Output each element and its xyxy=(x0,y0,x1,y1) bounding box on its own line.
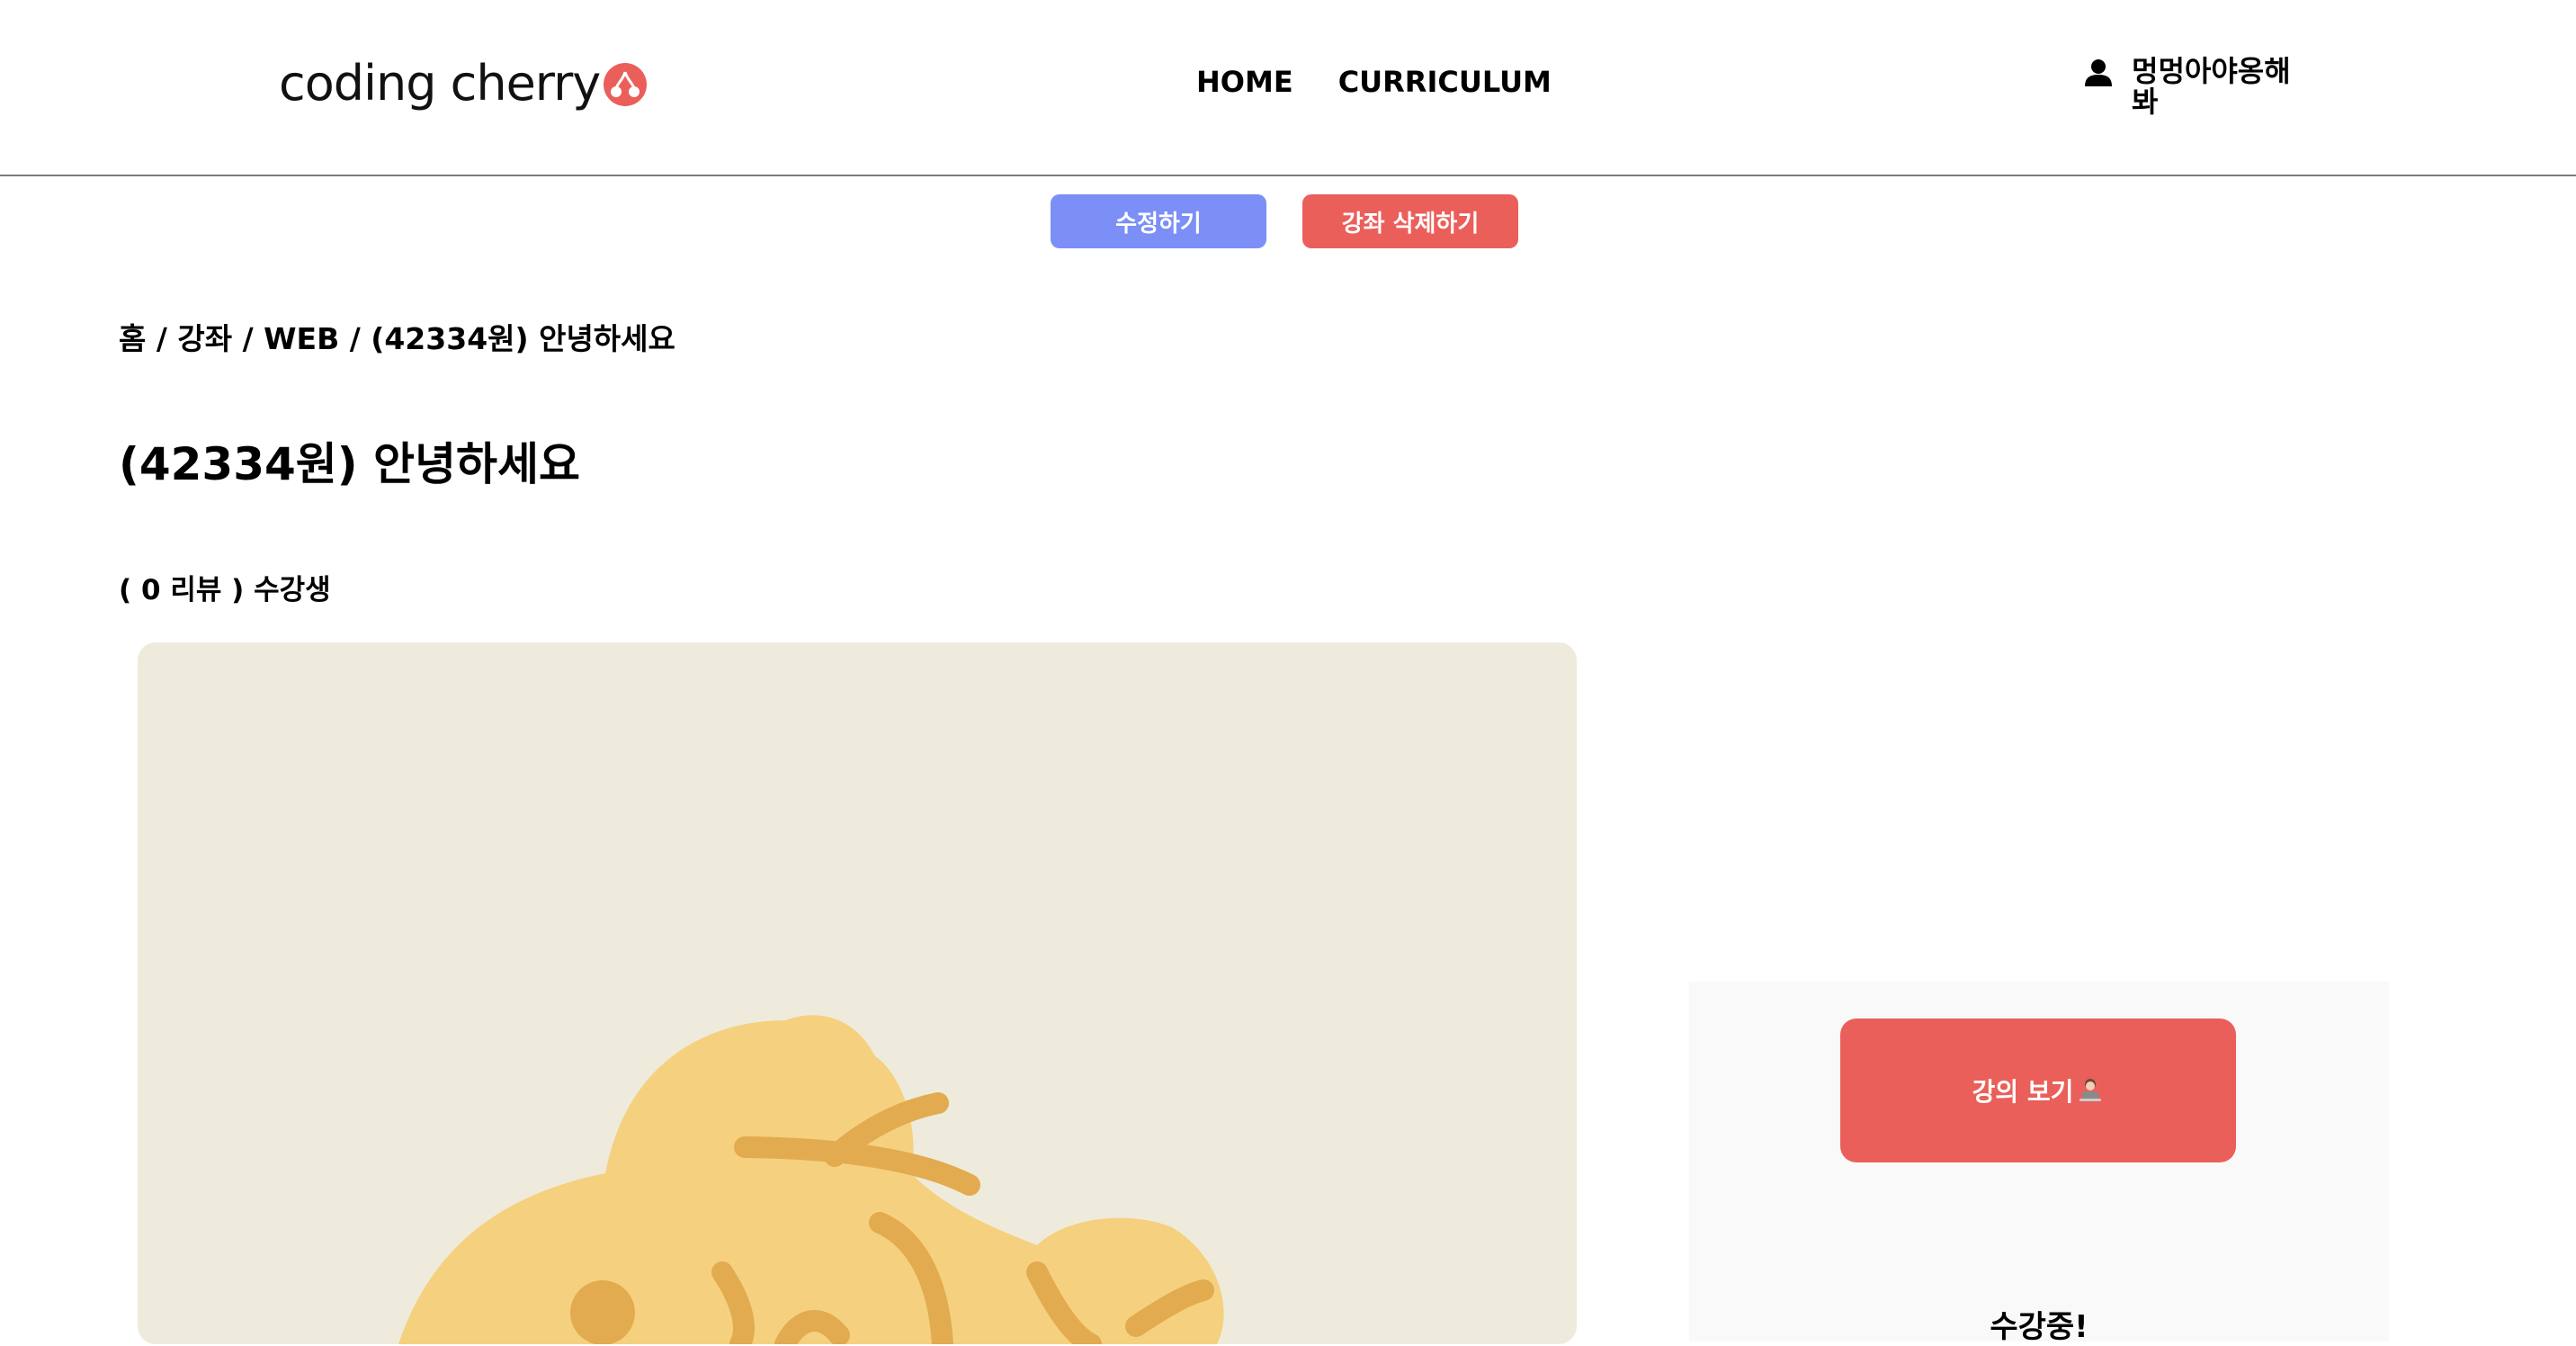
user-name: 멍멍아야옹해봐 xyxy=(2132,54,2291,119)
nav-home[interactable]: HOME xyxy=(1196,65,1293,99)
person-at-laptop-icon xyxy=(2080,1079,2102,1101)
nav-curriculum[interactable]: CURRICULUM xyxy=(1338,65,1552,99)
site-header: coding cherry HOME CURRICULUM 멍멍아야옹해봐 xyxy=(0,0,2576,176)
main-nav: HOME CURRICULUM xyxy=(1196,65,1552,99)
watch-lecture-button[interactable]: 강의 보기 xyxy=(1840,1018,2236,1162)
edit-course-button[interactable]: 수정하기 xyxy=(1051,194,1266,248)
logo-text: coding cherry xyxy=(279,54,601,112)
delete-course-button[interactable]: 강좌 삭제하기 xyxy=(1302,194,1518,248)
bread-illustration xyxy=(398,1015,1224,1344)
user-icon xyxy=(2085,59,2112,86)
course-thumbnail xyxy=(138,642,1577,1344)
cherry-icon xyxy=(604,63,648,106)
enroll-panel: 강의 보기 수강중! xyxy=(1689,982,2389,1345)
site-logo[interactable]: coding cherry xyxy=(279,50,648,115)
enrollment-status: 수강중! xyxy=(1990,1309,2089,1345)
review-summary: ( 0 리뷰 ) 수강생 xyxy=(119,574,331,606)
user-menu[interactable]: 멍멍아야옹해봐 xyxy=(2083,56,2303,117)
breadcrumb: 홈 / 강좌 / WEB / (42334원) 안녕하세요 xyxy=(119,321,675,356)
watch-lecture-label: 강의 보기 xyxy=(1972,1077,2074,1107)
course-title: (42334원) 안녕하세요 xyxy=(119,438,581,490)
